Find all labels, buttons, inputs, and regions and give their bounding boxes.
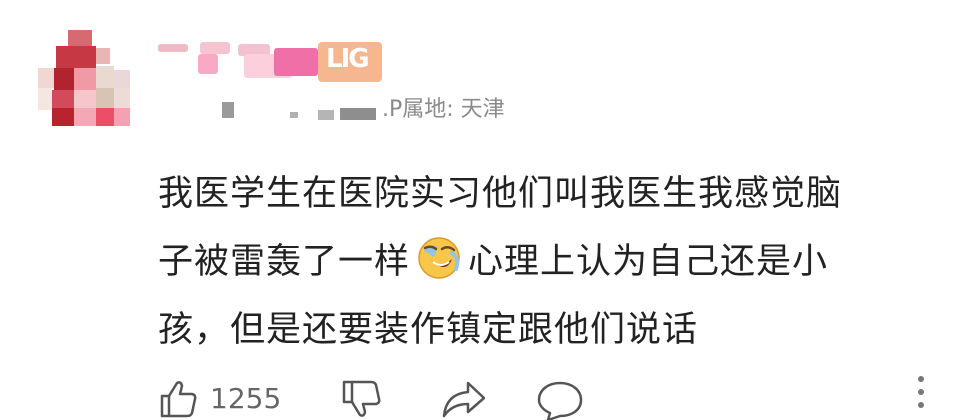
date-blur <box>290 112 298 118</box>
dot <box>918 376 924 382</box>
avatar-pixel <box>74 68 96 90</box>
avatar-pixel <box>114 70 130 88</box>
avatar-pixel <box>96 108 114 126</box>
date-blur <box>318 110 334 120</box>
avatar-pixel <box>114 88 130 108</box>
avatar-pixel <box>38 68 54 88</box>
comment-line: 孩，但是还要装作镇定跟他们说话 <box>158 310 699 350</box>
comment-icon <box>537 381 583 420</box>
dot <box>918 389 924 395</box>
avatar-pixel <box>74 108 96 126</box>
reply-button[interactable] <box>536 380 584 420</box>
badge-text: LIG <box>326 44 370 74</box>
like-count: 1255 <box>210 381 282 415</box>
avatar-pixel <box>96 48 110 64</box>
avatar-pixel <box>96 66 114 88</box>
user-avatar[interactable] <box>38 30 130 126</box>
avatar-pixel <box>68 30 92 46</box>
username-blur <box>198 54 218 74</box>
dislike-button[interactable] <box>340 380 384 420</box>
thumbs-up-icon <box>160 381 197 418</box>
date-blur <box>222 102 234 118</box>
thumbs-down-icon <box>342 380 381 417</box>
comment-line: 我医学生在医院实习他们叫我医生我感觉脑 <box>158 174 843 214</box>
ip-location: .P属地: 天津 <box>382 97 505 122</box>
avatar-pixel <box>54 68 74 90</box>
dot <box>918 402 924 408</box>
comment-line-part: 心理上认为自己还是小 <box>468 242 829 282</box>
avatar-pixel <box>96 88 114 108</box>
comment-line-part: 子被雷轰了一样 <box>158 242 411 282</box>
avatar-pixel <box>56 46 96 68</box>
username-blur <box>274 48 318 76</box>
avatar-pixel <box>114 108 130 126</box>
share-icon <box>442 381 486 418</box>
username-blur <box>158 44 188 52</box>
avatar-pixel <box>74 90 96 108</box>
date-blur <box>340 108 376 120</box>
username-blur <box>200 42 230 54</box>
comment-text: 我医学生在医院实习他们叫我医生我感觉脑 子被雷轰了一样 心理上认为自己还是小 孩… <box>158 160 938 364</box>
comment-line: 子被雷轰了一样 心理上认为自己还是小 <box>158 228 938 296</box>
avatar-pixel <box>52 108 74 126</box>
avatar-pixel <box>38 88 52 110</box>
share-button[interactable] <box>440 380 488 420</box>
level-badge: LIG <box>318 42 382 82</box>
crying-laughing-emoji-icon <box>418 237 460 279</box>
more-vertical-icon[interactable] <box>918 376 926 415</box>
like-button[interactable]: 1255 <box>158 378 281 418</box>
avatar-pixel <box>52 90 74 108</box>
